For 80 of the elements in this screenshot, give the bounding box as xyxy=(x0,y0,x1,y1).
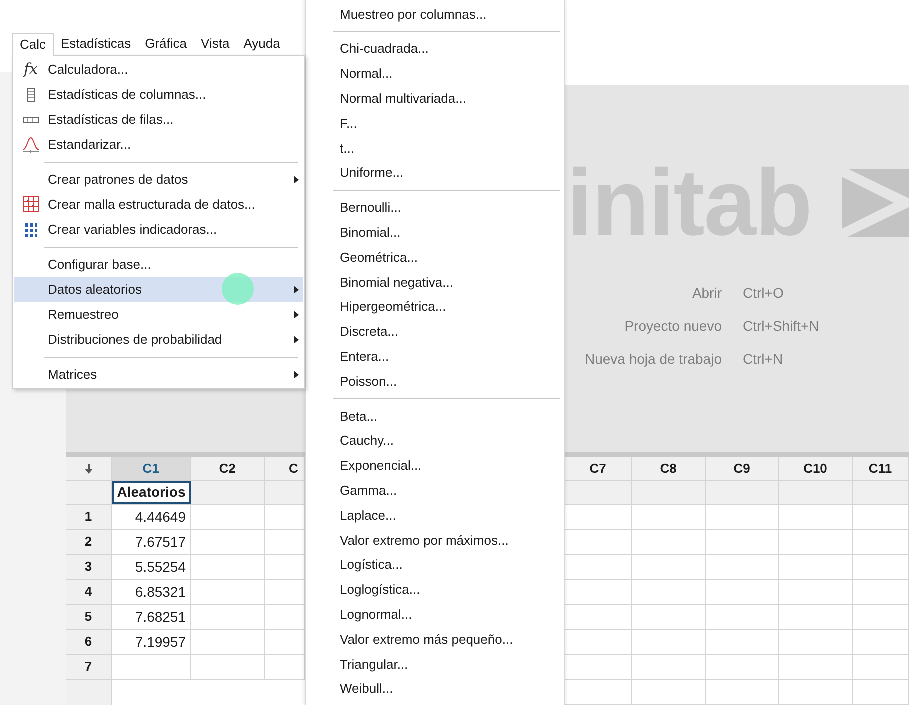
menu-item[interactable]: Crear variables indicadoras... xyxy=(14,217,303,242)
menu-bar-item[interactable]: Gráfica xyxy=(138,33,194,55)
down-arrow-icon xyxy=(84,464,92,474)
menu-item[interactable]: Cauchy... xyxy=(306,428,564,454)
menu-item[interactable]: Muestreo por columnas... xyxy=(306,2,564,27)
menu-item[interactable]: Crear malla estructurada de datos... xyxy=(14,192,303,217)
menu-item[interactable]: Crear patrones de datos xyxy=(14,167,303,192)
menu-item[interactable]: Geométrica... xyxy=(306,245,564,270)
column-name-cell[interactable]: Aleatorios xyxy=(112,481,191,504)
menu-item[interactable]: Valor extremo por máximos... xyxy=(306,528,564,553)
menu-item[interactable]: Binomial... xyxy=(306,220,564,246)
menu-item[interactable]: Chi-cuadrada... xyxy=(306,36,564,62)
column-header[interactable]: C9 xyxy=(706,457,779,480)
menu-item[interactable]: Estadísticas de filas... xyxy=(14,107,303,132)
menu-item[interactable]: Estandarizar... xyxy=(14,132,303,157)
menu-item[interactable]: Loglogística... xyxy=(306,578,564,602)
grid-icon xyxy=(22,196,40,213)
menu-item[interactable]: Triangular... xyxy=(306,652,564,677)
menu-bar-item[interactable]: Calc xyxy=(12,33,54,56)
bell-curve-icon xyxy=(22,136,40,154)
menu-item[interactable]: t... xyxy=(306,136,564,161)
table-cell: 7.67517 xyxy=(112,530,191,554)
caret-icon xyxy=(294,286,298,294)
menu-item[interactable]: Beta... xyxy=(306,404,564,429)
column-header[interactable]: C8 xyxy=(632,457,706,480)
menu-bar-item[interactable]: Vista xyxy=(194,33,237,55)
menu-item[interactable]: Estadísticas de columnas... xyxy=(14,82,303,107)
menu-item[interactable]: Logística... xyxy=(306,552,564,578)
menu-item[interactable]: Remuestreo xyxy=(14,302,303,327)
column-header[interactable]: C7 xyxy=(565,457,632,480)
menu-item[interactable]: Discreta... xyxy=(306,320,564,344)
shortcut-keys: Ctrl+Shift+N xyxy=(743,316,820,338)
menu-item[interactable]: Uniforme... xyxy=(306,160,564,186)
column-header[interactable]: C1 xyxy=(112,457,191,480)
row-number: 4 xyxy=(66,580,112,604)
table-cell: 5.55254 xyxy=(112,555,191,579)
caret-icon xyxy=(294,336,298,344)
menu-item[interactable]: Weibull... xyxy=(306,676,564,702)
menu-item[interactable]: Hipergeométrica... xyxy=(306,294,564,320)
column-header[interactable]: C10 xyxy=(779,457,853,480)
menu-item[interactable]: Datos aleatorios xyxy=(14,277,303,302)
menu-item[interactable]: F... xyxy=(306,111,564,136)
shortcut-keys: Ctrl+N xyxy=(743,349,784,370)
column-header[interactable]: C11 xyxy=(853,457,909,480)
menu-item[interactable]: Matrices xyxy=(14,362,303,387)
menu-item[interactable]: fx Calculadora... xyxy=(14,57,303,82)
menu-item[interactable]: Normal... xyxy=(306,62,564,86)
table-cell: 6.85321 xyxy=(112,580,191,604)
caret-icon xyxy=(294,370,298,378)
menu-item[interactable]: Exponencial... xyxy=(306,454,564,478)
menu-bar-item[interactable]: Ayuda xyxy=(236,33,288,55)
row-number: 6 xyxy=(66,630,112,654)
menu-item[interactable]: Configurar base... xyxy=(14,252,303,277)
menu-item[interactable]: Poisson... xyxy=(306,369,564,394)
caret-icon xyxy=(294,176,298,184)
menu-item[interactable]: Binomial negativa... xyxy=(306,270,564,295)
table-cell: 4.44649 xyxy=(112,505,191,529)
row-number: 2 xyxy=(66,530,112,554)
function-icon: fx xyxy=(24,62,38,77)
menu-item[interactable]: Lognormal... xyxy=(306,602,564,628)
row-number: 7 xyxy=(66,655,112,679)
row-number: 3 xyxy=(66,555,112,579)
row-number: 1 xyxy=(66,505,112,529)
menu-item[interactable]: Valor extremo más pequeño... xyxy=(306,627,564,652)
row-number: 5 xyxy=(66,605,112,629)
menu-item[interactable]: Bernoulli... xyxy=(306,196,564,220)
row-icon xyxy=(23,116,39,122)
shortcut-keys: Ctrl+O xyxy=(743,283,784,304)
table-cell: 7.68251 xyxy=(112,605,191,629)
menu-item[interactable]: Gamma... xyxy=(306,478,564,504)
menu-bar-item[interactable]: Estadísticas xyxy=(54,33,138,55)
caret-icon xyxy=(294,310,298,318)
menu-item[interactable]: Distribuciones de probabilidad xyxy=(14,327,303,352)
menu-item[interactable]: Normal multivariada... xyxy=(306,86,564,112)
column-icon xyxy=(27,88,35,102)
menu-item[interactable]: Entera... xyxy=(306,344,564,370)
menu-item[interactable]: Laplace... xyxy=(306,503,564,528)
column-header[interactable]: C2 xyxy=(191,457,265,480)
indicator-icon xyxy=(24,222,38,238)
table-cell: 7.19957 xyxy=(112,630,191,654)
